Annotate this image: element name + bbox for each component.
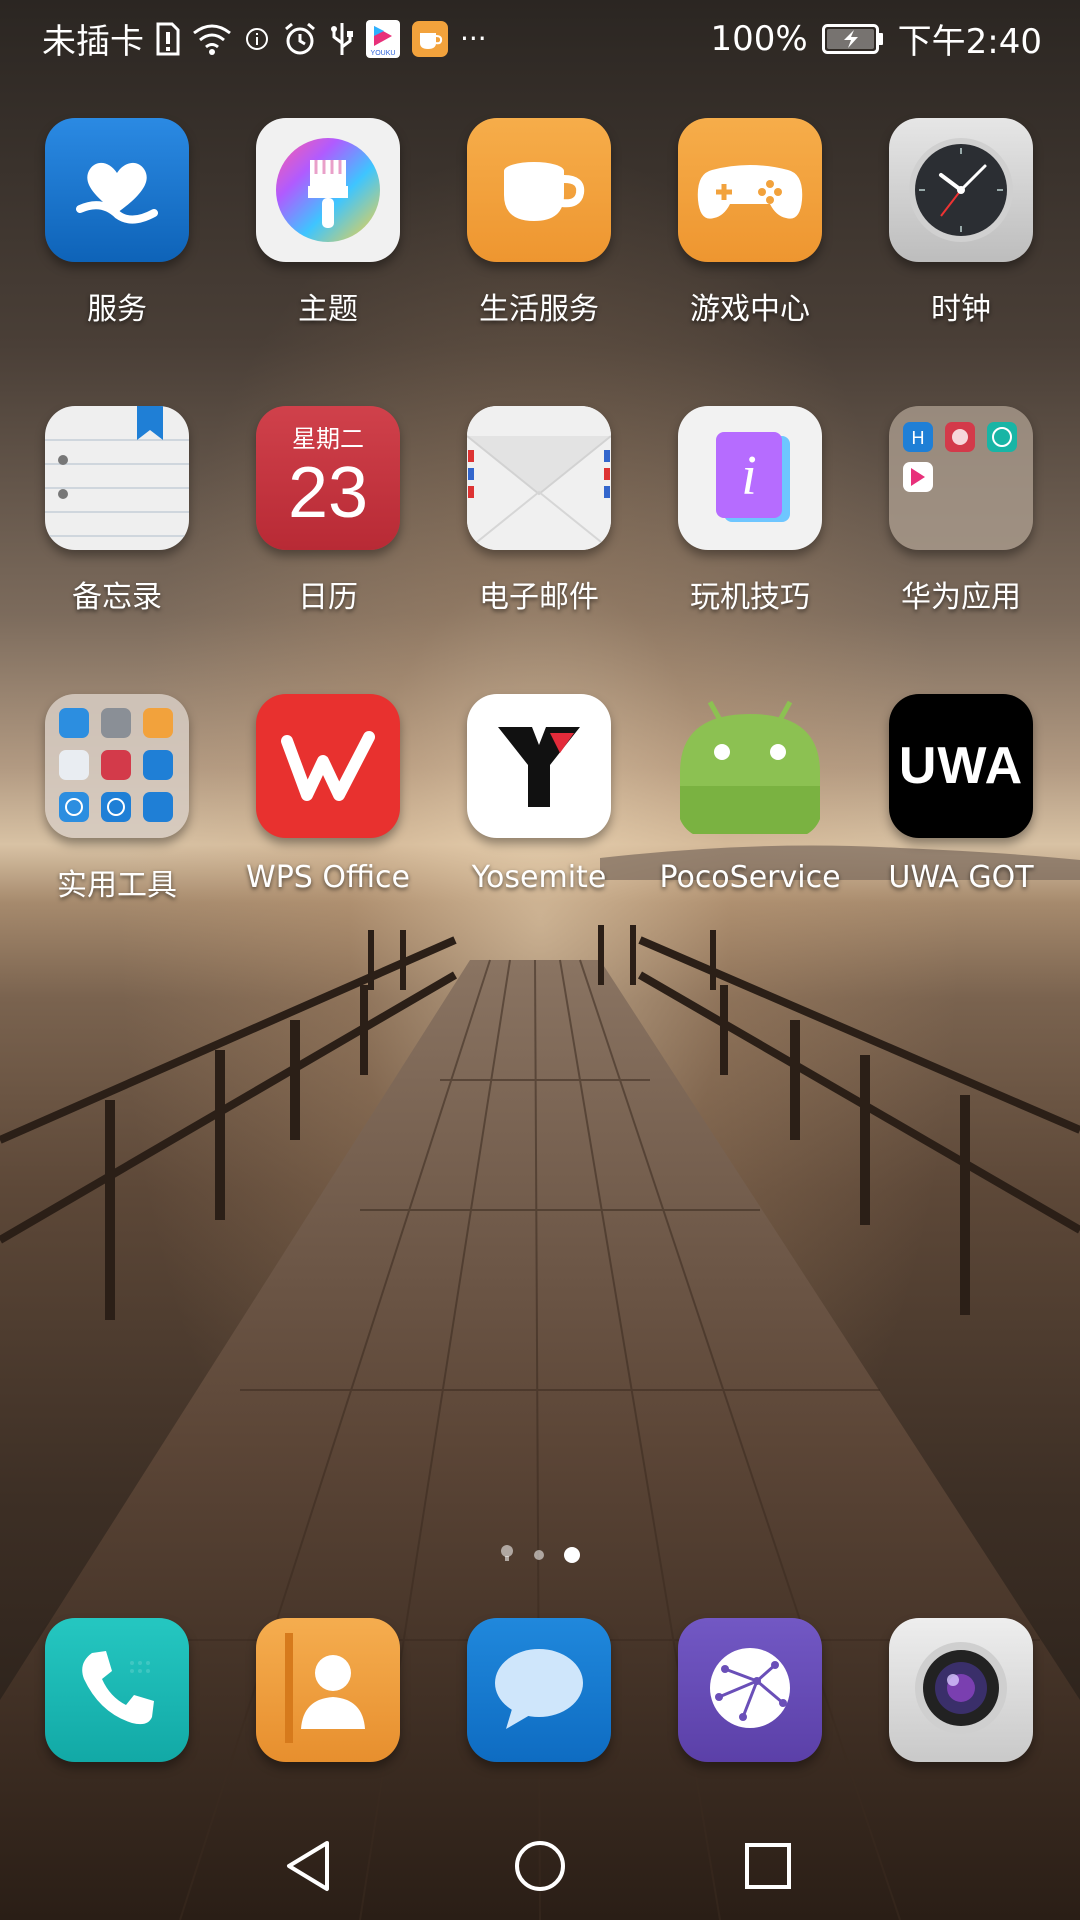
envelope-icon [467, 406, 611, 550]
uwa-icon: UWA [889, 694, 1033, 838]
notepad-icon [45, 406, 189, 550]
battery-percent: 100% [710, 18, 808, 59]
dock-browser[interactable] [678, 1618, 822, 1762]
android-icon [678, 694, 822, 838]
uwa-logo: UWA [898, 737, 1024, 795]
page-indicator[interactable] [0, 1544, 1080, 1566]
tips-icon: i [678, 406, 822, 550]
page-dot-active [564, 1547, 580, 1563]
gamepad-icon [678, 118, 822, 262]
recents-icon [743, 1841, 793, 1895]
app-wps-office[interactable]: WPS Office [223, 694, 433, 924]
folder-icon: H [889, 406, 1033, 550]
dock-camera[interactable] [889, 1618, 1033, 1762]
home-icon [513, 1839, 567, 1897]
clock-icon [889, 118, 1033, 262]
dock-messages[interactable] [467, 1618, 611, 1762]
app-label: 主题 [298, 292, 358, 327]
svg-text:i: i [741, 445, 757, 507]
info-icon [244, 26, 270, 52]
calendar-day: 23 [287, 452, 369, 533]
clock-time: 下午2:40 [897, 22, 1042, 62]
app-label: 日历 [298, 580, 358, 615]
app-themes[interactable]: 主题 [223, 118, 433, 348]
dock-phone[interactable] [45, 1618, 189, 1762]
app-label: 时钟 [931, 292, 991, 327]
svg-text:H: H [912, 428, 925, 448]
back-button[interactable] [268, 1833, 348, 1903]
coffee-icon [412, 20, 448, 57]
heart-hand-icon [45, 118, 189, 262]
wps-icon [256, 694, 400, 838]
navigation-bar [0, 1805, 1080, 1920]
app-life-services[interactable]: 生活服务 [434, 118, 644, 348]
app-label: Yosemite [471, 860, 607, 895]
app-folder-tools[interactable]: 实用工具 [12, 694, 222, 924]
app-email[interactable]: 电子邮件 [434, 406, 644, 636]
status-bar: 未插卡 YOUKU ··· 100% 下午2:40 [0, 0, 1080, 76]
usb-icon [330, 21, 354, 57]
svg-text:YOUKU: YOUKU [371, 50, 396, 57]
browser-icon [695, 1633, 805, 1747]
coffee-cup-icon [467, 118, 611, 262]
youku-icon: YOUKU [366, 19, 400, 58]
app-folder-huawei[interactable]: H 华为应用 [856, 406, 1066, 636]
app-tips[interactable]: i 玩机技巧 [645, 406, 855, 636]
alarm-icon [282, 21, 318, 57]
app-services[interactable]: 服务 [12, 118, 222, 348]
app-label: WPS Office [246, 860, 410, 895]
app-label: 实用工具 [57, 868, 177, 903]
calendar-weekday: 星期二 [292, 424, 364, 453]
app-label: 游戏中心 [690, 292, 810, 327]
paintbrush-icon [256, 118, 400, 262]
app-label: 玩机技巧 [690, 580, 810, 615]
camera-icon [901, 1628, 1021, 1752]
app-clock[interactable]: 时钟 [856, 118, 1066, 348]
app-label: 服务 [87, 292, 147, 327]
app-uwa-got[interactable]: UWA UWA GOT [856, 694, 1066, 924]
dock-contacts[interactable] [256, 1618, 400, 1762]
battery-charging-icon [821, 23, 884, 54]
app-calendar[interactable]: 星期二 23 日历 [223, 406, 433, 636]
app-notepad[interactable]: 备忘录 [12, 406, 222, 636]
app-yosemite[interactable]: Yosemite [434, 694, 644, 924]
message-icon [484, 1633, 594, 1747]
yosemite-icon [467, 694, 611, 838]
home-page-dot-icon [500, 1544, 514, 1566]
sim-status: 未插卡 [42, 22, 144, 62]
page-dot [534, 1550, 544, 1560]
calendar-icon: 星期二 23 [256, 406, 400, 550]
app-pocoservice[interactable]: PocoService [645, 694, 855, 924]
app-game-center[interactable]: 游戏中心 [645, 118, 855, 348]
tools-folder-icon [45, 694, 189, 838]
back-icon [283, 1839, 333, 1897]
app-label: 生活服务 [479, 292, 599, 327]
app-label: PocoService [659, 860, 841, 895]
more-notifications-icon: ··· [460, 22, 487, 55]
phone-icon [62, 1633, 172, 1747]
app-label: 华为应用 [901, 580, 1021, 615]
sim-alert-icon [156, 22, 180, 56]
recents-button[interactable] [728, 1833, 808, 1903]
wifi-icon [192, 23, 232, 55]
app-label: 电子邮件 [479, 580, 599, 615]
contacts-icon [273, 1633, 383, 1747]
app-label: UWA GOT [888, 860, 1034, 895]
home-button[interactable] [500, 1833, 580, 1903]
app-label: 备忘录 [72, 580, 162, 615]
